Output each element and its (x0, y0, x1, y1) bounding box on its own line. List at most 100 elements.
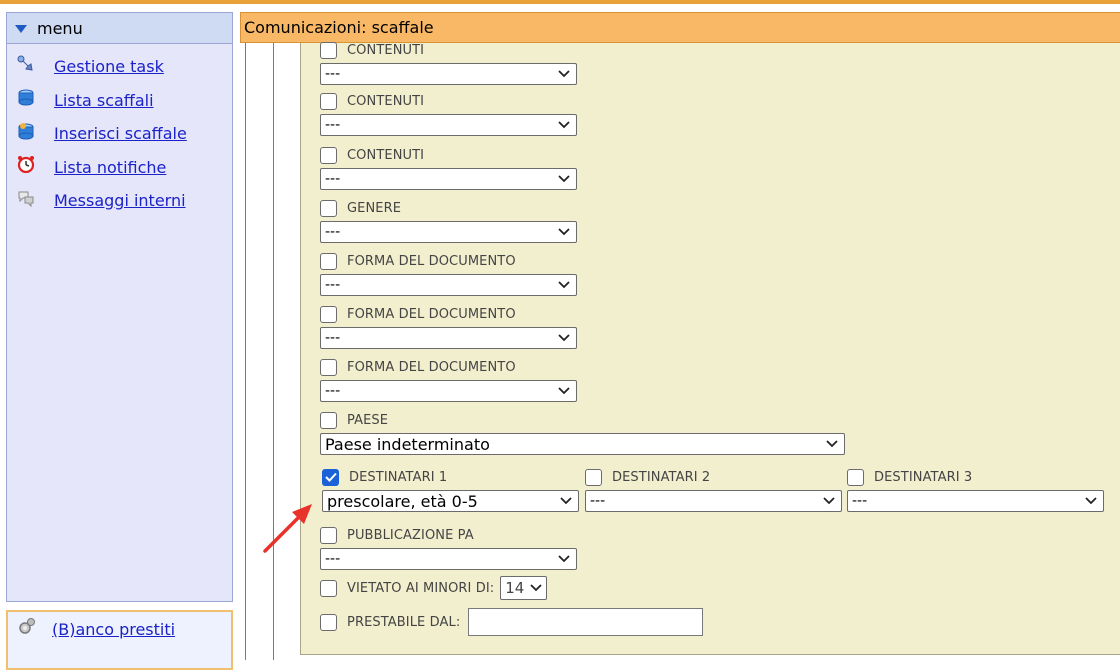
sidebar-menu-header[interactable]: menu (7, 13, 232, 44)
sidebar-item-label[interactable]: Lista notifiche (54, 158, 166, 177)
sidebar-item-messaggi-interni[interactable]: Messaggi interni (7, 184, 232, 218)
field-vietato-minori: VIETATO AI MINORI DI: 14 (320, 576, 548, 600)
checkbox-checked[interactable] (322, 468, 339, 486)
select-contenuti-2[interactable]: --- (320, 114, 577, 136)
form-panel: CONTENUTI --- CONTENUTI --- CONTENUTI --… (300, 40, 1120, 655)
select-value: --- (325, 224, 341, 240)
select-value: --- (325, 277, 341, 293)
field-forma-documento-2: FORMA DEL DOCUMENTO --- (320, 304, 577, 349)
select-pubblicazione-pa[interactable]: --- (320, 548, 577, 570)
field-prestabile-dal: PRESTABILE DAL: (320, 607, 704, 637)
gear-icon (18, 617, 36, 635)
chevron-down-icon (558, 555, 570, 563)
chevron-down-icon (560, 497, 572, 505)
select-value: 14 (505, 579, 525, 597)
pin-icon (17, 55, 35, 73)
select-destinatari-3[interactable]: --- (847, 490, 1104, 512)
checkbox[interactable] (320, 199, 337, 217)
field-label: PAESE (347, 412, 389, 428)
sidebar-item-label[interactable]: Gestione task (54, 57, 164, 76)
page-title-bar: Comunicazioni: scaffale (240, 12, 1120, 43)
select-forma-documento-1[interactable]: --- (320, 274, 577, 296)
field-destinatari-1: DESTINATARI 1 prescolare, età 0-5 (322, 467, 579, 512)
divider (245, 43, 246, 660)
field-label: VIETATO AI MINORI DI: (347, 580, 495, 596)
chevron-down-icon (558, 175, 570, 183)
field-label: FORMA DEL DOCUMENTO (347, 253, 516, 269)
field-paese: PAESE Paese indeterminato (320, 410, 845, 455)
sidebar-item-label[interactable]: Lista scaffali (54, 91, 154, 110)
select-value: --- (852, 493, 868, 509)
chevron-down-icon (1085, 497, 1097, 505)
select-value: --- (325, 330, 341, 346)
chevron-down-icon (826, 440, 838, 448)
sidebar-item-gestione-task[interactable]: Gestione task (7, 50, 232, 84)
checkbox[interactable] (320, 305, 337, 323)
select-contenuti-1[interactable]: --- (320, 63, 577, 85)
triangle-down-icon (15, 25, 27, 33)
sidebar-item-lista-notifiche[interactable]: Lista notifiche (7, 151, 232, 185)
shelf-icon (17, 88, 35, 106)
checkbox[interactable] (320, 579, 337, 597)
field-contenuti-3: CONTENUTI --- (320, 145, 577, 190)
field-contenuti-1: CONTENUTI --- (320, 40, 577, 85)
select-value: --- (590, 493, 606, 509)
checkmark-icon (324, 472, 337, 482)
select-value: --- (325, 551, 341, 567)
field-label: GENERE (347, 200, 402, 216)
chevron-down-icon (558, 228, 570, 236)
sidebar-item-inserisci-scaffale[interactable]: Inserisci scaffale (7, 117, 232, 151)
checkbox[interactable] (320, 252, 337, 270)
sidebar-item-label[interactable]: Messaggi interni (54, 191, 186, 210)
field-forma-documento-1: FORMA DEL DOCUMENTO --- (320, 251, 577, 296)
select-value: --- (325, 117, 341, 133)
field-destinatari-3: DESTINATARI 3 --- (847, 467, 1104, 512)
main-content: CONTENUTI --- CONTENUTI --- CONTENUTI --… (240, 40, 1120, 660)
chevron-down-icon (558, 334, 570, 342)
checkbox[interactable] (320, 526, 337, 544)
field-label: DESTINATARI 1 (349, 469, 448, 485)
field-label: CONTENUTI (347, 93, 425, 109)
field-label: DESTINATARI 2 (612, 469, 711, 485)
select-forma-documento-3[interactable]: --- (320, 380, 577, 402)
annotation-arrow-icon (263, 504, 312, 553)
select-eta-minima[interactable]: 14 (500, 576, 548, 600)
chevron-down-icon (558, 281, 570, 289)
field-label: FORMA DEL DOCUMENTO (347, 359, 516, 375)
checkbox[interactable] (320, 613, 337, 631)
field-destinatari-2: DESTINATARI 2 --- (585, 467, 842, 512)
select-destinatari-2[interactable]: --- (585, 490, 842, 512)
field-label: DESTINATARI 3 (874, 469, 973, 485)
sidebar-item-banco-prestiti[interactable]: (B)anco prestiti (8, 612, 231, 646)
sidebar-item-lista-scaffali[interactable]: Lista scaffali (7, 84, 232, 118)
select-genere[interactable]: --- (320, 221, 577, 243)
checkbox[interactable] (320, 41, 337, 59)
top-accent-strip (0, 0, 1120, 4)
sidebar-item-label[interactable]: (B)anco prestiti (52, 620, 175, 639)
select-forma-documento-2[interactable]: --- (320, 327, 577, 349)
chevron-down-icon (823, 497, 835, 505)
sidebar-item-label[interactable]: Inserisci scaffale (54, 124, 187, 143)
checkbox[interactable] (320, 146, 337, 164)
chevron-down-icon (530, 584, 542, 592)
checkbox[interactable] (320, 92, 337, 110)
field-pubblicazione-pa: PUBBLICAZIONE PA --- (320, 525, 577, 570)
select-value: prescolare, età 0-5 (327, 491, 478, 511)
chevron-down-icon (558, 387, 570, 395)
divider (273, 43, 274, 660)
checkbox[interactable] (320, 411, 337, 429)
checkbox[interactable] (320, 358, 337, 376)
checkbox[interactable] (847, 468, 864, 486)
field-contenuti-2: CONTENUTI --- (320, 91, 577, 136)
select-contenuti-3[interactable]: --- (320, 168, 577, 190)
sidebar-menu-list: Gestione task Lista scaffali Inserisci s… (7, 44, 232, 218)
field-genere: GENERE --- (320, 198, 577, 243)
select-paese[interactable]: Paese indeterminato (320, 433, 845, 455)
prestabile-date-input[interactable] (468, 608, 704, 636)
select-destinatari-1[interactable]: prescolare, età 0-5 (322, 490, 579, 512)
field-label: FORMA DEL DOCUMENTO (347, 306, 516, 322)
checkbox[interactable] (585, 468, 602, 486)
page-title: Comunicazioni: scaffale (244, 18, 434, 37)
field-label: PRESTABILE DAL: (347, 614, 461, 630)
sidebar-menu-title: menu (37, 18, 83, 38)
